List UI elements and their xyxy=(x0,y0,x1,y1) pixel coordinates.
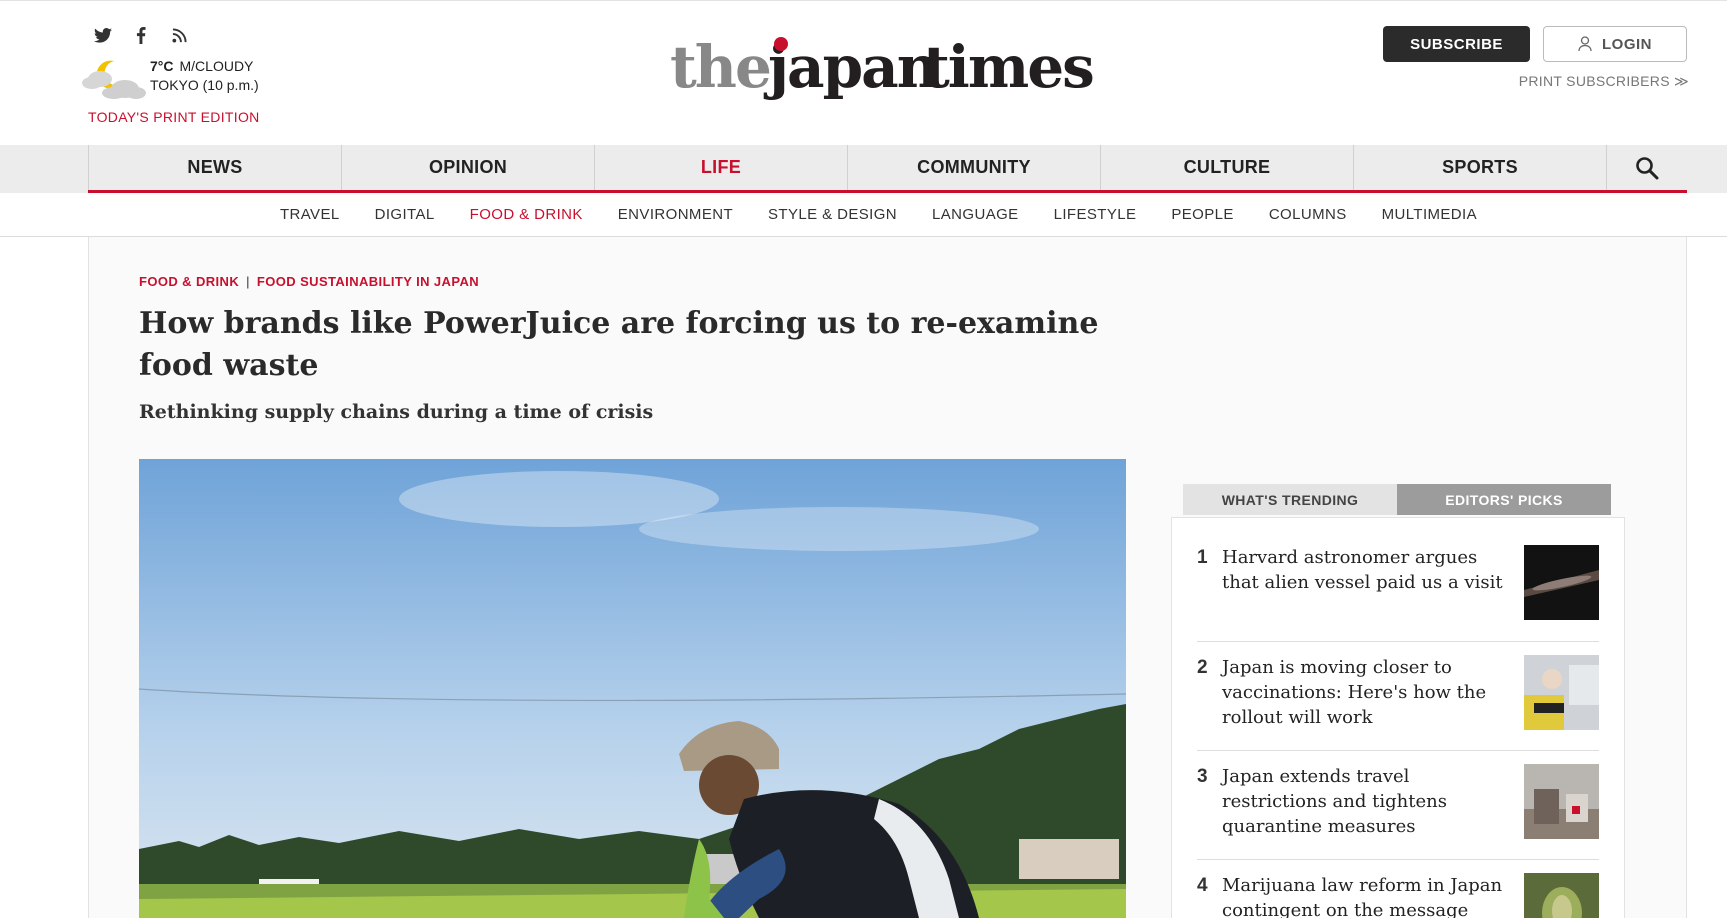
logo-the: the xyxy=(670,33,770,101)
vaccination-thumbnail[interactable] xyxy=(1524,655,1599,730)
subnav-lifestyle[interactable]: LIFESTYLE xyxy=(1054,206,1137,223)
trending-number: 1 xyxy=(1197,547,1208,568)
search-button[interactable] xyxy=(1606,145,1687,190)
site-header: 7°C M/CLOUDY TOKYO (10 p.m.) TODAY'S PRIN… xyxy=(0,0,1727,145)
nav-culture[interactable]: CULTURE xyxy=(1100,145,1353,190)
nav-life[interactable]: LIFE xyxy=(594,145,847,190)
logo-sun-dot xyxy=(774,37,788,51)
main-navigation: NEWS OPINION LIFE COMMUNITY CULTURE SPOR… xyxy=(0,145,1727,193)
nav-opinion[interactable]: OPINION xyxy=(341,145,594,190)
divider xyxy=(1197,750,1599,751)
social-links xyxy=(93,25,189,45)
article-kicker: FOOD & DRINK | FOOD SUSTAINABILITY IN JAPA… xyxy=(139,274,480,289)
subnav-columns[interactable]: COLUMNS xyxy=(1269,206,1347,223)
login-button[interactable]: LOGIN xyxy=(1543,26,1687,62)
subnav-digital[interactable]: DIGITAL xyxy=(375,206,435,223)
logo-japan: japan xyxy=(763,33,938,101)
sub-navigation: TRAVEL DIGITAL FOOD & DRINK ENVIRONMENT … xyxy=(0,193,1727,237)
site-logo[interactable]: the japan times xyxy=(670,31,1110,105)
weather-condition: M/CLOUDY xyxy=(179,58,254,74)
twitter-icon[interactable] xyxy=(93,25,113,45)
trending-list: 1 Harvard astronomer argues that alien v… xyxy=(1171,517,1625,918)
tab-whats-trending[interactable]: WHAT'S TRENDING xyxy=(1183,484,1397,515)
subnav-food-drink[interactable]: FOOD & DRINK xyxy=(470,206,583,223)
trending-title[interactable]: Marijuana law reform in Japan contingent… xyxy=(1222,873,1512,918)
series-link[interactable]: FOOD SUSTAINABILITY IN JAPAN xyxy=(257,274,479,289)
subnav-multimedia[interactable]: MULTIMEDIA xyxy=(1382,206,1477,223)
facebook-icon[interactable] xyxy=(131,25,151,45)
divider xyxy=(1197,641,1599,642)
cannabis-thumbnail[interactable] xyxy=(1524,873,1599,918)
subscribe-button[interactable]: SUBSCRIBE xyxy=(1383,26,1530,62)
trending-title[interactable]: Harvard astronomer argues that alien ves… xyxy=(1222,545,1512,595)
trending-number: 3 xyxy=(1197,766,1208,787)
nav-community[interactable]: COMMUNITY xyxy=(847,145,1100,190)
weather-location: TOKYO (10 p.m.) xyxy=(150,77,259,93)
subnav-language[interactable]: LANGUAGE xyxy=(932,206,1019,223)
article-subhead: Rethinking supply chains during a time o… xyxy=(139,401,654,423)
logo-times: times xyxy=(923,33,1093,101)
trending-title[interactable]: Japan is moving closer to vaccinations: … xyxy=(1222,655,1512,730)
todays-print-edition-link[interactable]: TODAY'S PRINT EDITION xyxy=(88,109,260,125)
tab-editors-picks[interactable]: EDITORS' PICKS xyxy=(1397,484,1611,515)
nav-sports[interactable]: SPORTS xyxy=(1353,145,1606,190)
weather-text: 7°C M/CLOUDY TOKYO (10 p.m.) xyxy=(150,57,259,95)
list-item[interactable]: 1 Harvard astronomer argues that alien v… xyxy=(1197,545,1599,620)
trending-title[interactable]: Japan extends travel restrictions and ti… xyxy=(1222,764,1512,839)
divider xyxy=(1197,859,1599,860)
subnav-style-design[interactable]: STYLE & DESIGN xyxy=(768,206,897,223)
trending-number: 2 xyxy=(1197,657,1208,678)
subnav-environment[interactable]: ENVIRONMENT xyxy=(618,206,733,223)
print-subscribers-link[interactable]: PRINT SUBSCRIBERS ≫ xyxy=(1519,73,1689,90)
hero-image xyxy=(139,459,1126,918)
rss-icon[interactable] xyxy=(169,25,189,45)
list-item[interactable]: 2 Japan is moving closer to vaccinations… xyxy=(1197,655,1599,730)
trending-number: 4 xyxy=(1197,875,1208,896)
comet-thumbnail[interactable] xyxy=(1524,545,1599,620)
nav-news[interactable]: NEWS xyxy=(88,145,341,190)
subnav-people[interactable]: PEOPLE xyxy=(1171,206,1233,223)
list-item[interactable]: 4 Marijuana law reform in Japan continge… xyxy=(1197,873,1599,918)
weather-temp: 7°C xyxy=(150,58,174,74)
article-area: FOOD & DRINK | FOOD SUSTAINABILITY IN JAPA… xyxy=(88,237,1687,918)
user-icon xyxy=(1578,36,1592,52)
article-headline: How brands like PowerJuice are forcing u… xyxy=(139,306,1099,383)
subnav-travel[interactable]: TRAVEL xyxy=(280,206,340,223)
search-icon xyxy=(1636,156,1659,179)
sidebar-tabs: WHAT'S TRENDING EDITORS' PICKS xyxy=(1183,484,1611,515)
list-item[interactable]: 3 Japan extends travel restrictions and … xyxy=(1197,764,1599,839)
category-link[interactable]: FOOD & DRINK xyxy=(139,274,239,289)
login-label: LOGIN xyxy=(1602,35,1652,53)
weather-widget: 7°C M/CLOUDY TOKYO (10 p.m.) xyxy=(80,57,259,101)
airport-thumbnail[interactable] xyxy=(1524,764,1599,839)
cloudy-night-icon xyxy=(80,57,150,101)
